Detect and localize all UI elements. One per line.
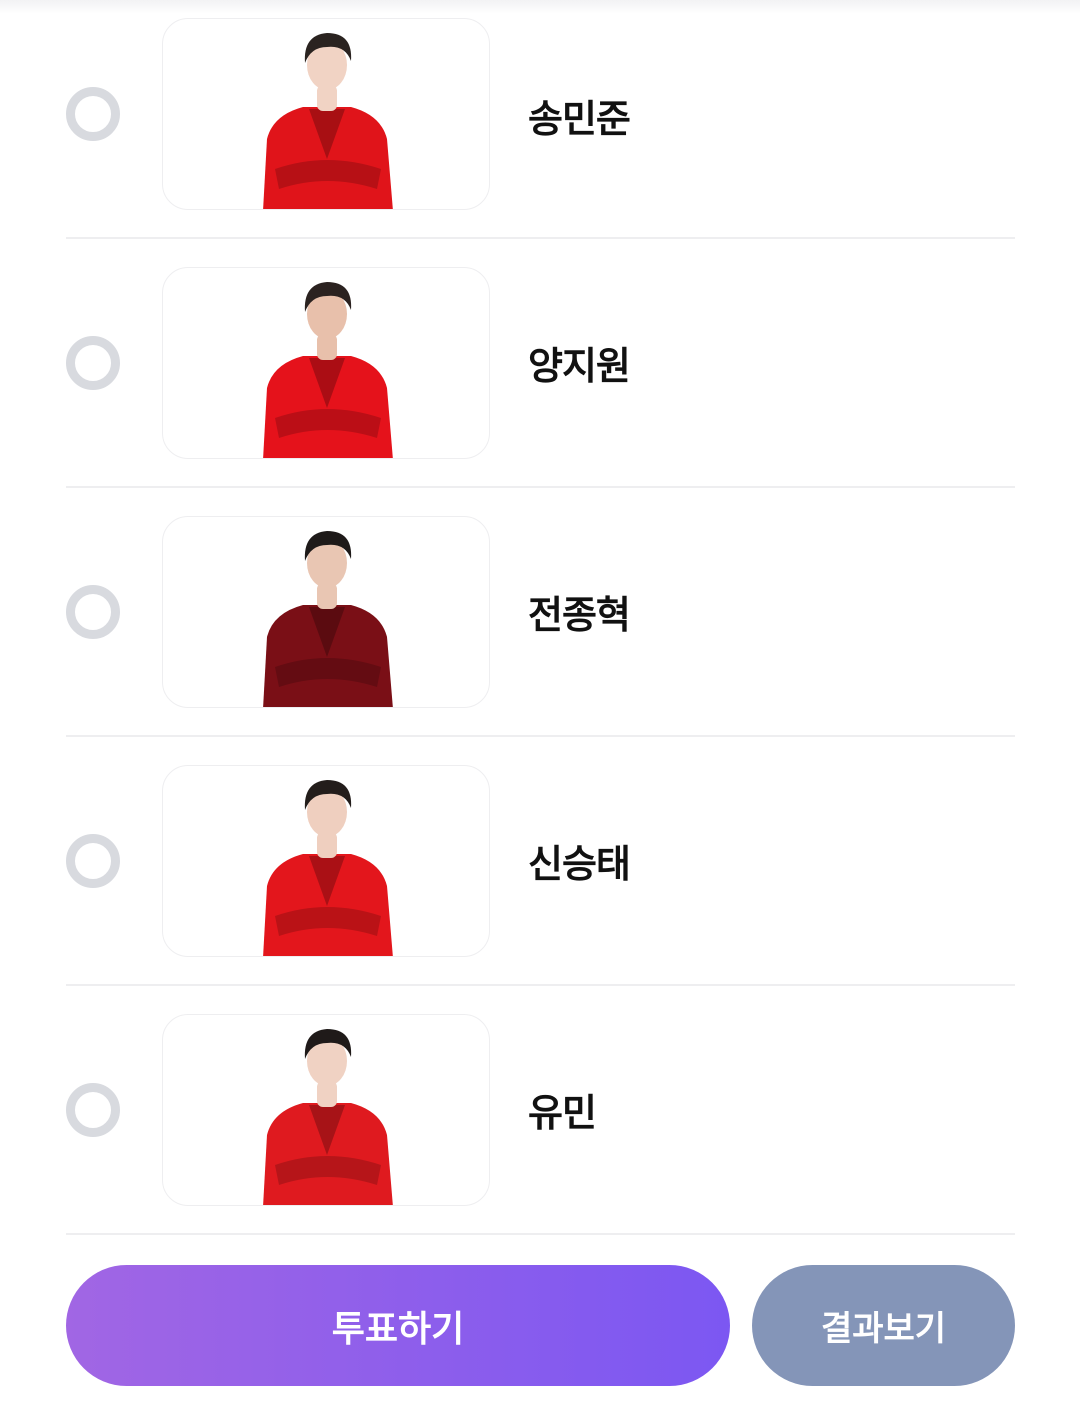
vote-button-label: 투표하기 [331,1308,465,1350]
person-photo [263,780,393,956]
candidate-photo[interactable] [162,765,490,957]
candidate-name: 유민 [528,1091,597,1135]
radio-button[interactable] [66,336,120,390]
candidate-name: 신승태 [528,842,631,886]
view-results-button-label: 결과보기 [820,1309,947,1349]
person-photo [263,531,393,707]
candidate-list: 송민준 양지원 전종혁 신승태 유민 [66,0,1015,1235]
person-photo [263,282,393,458]
candidate-row[interactable]: 송민준 [66,0,1015,239]
candidate-row[interactable]: 유민 [66,986,1015,1235]
candidate-photo[interactable] [162,1014,490,1206]
radio-button[interactable] [66,1083,120,1137]
view-results-button[interactable]: 결과보기 [752,1265,1015,1386]
candidate-photo[interactable] [162,516,490,708]
candidate-photo[interactable] [162,267,490,459]
radio-button[interactable] [66,87,120,141]
candidate-photo[interactable] [162,18,490,210]
radio-button[interactable] [66,585,120,639]
candidate-row[interactable]: 양지원 [66,239,1015,488]
candidate-row[interactable]: 신승태 [66,737,1015,986]
candidate-name: 전종혁 [528,593,631,637]
person-photo [263,1029,393,1205]
candidate-row[interactable]: 전종혁 [66,488,1015,737]
person-photo [263,33,393,209]
radio-button[interactable] [66,834,120,888]
candidate-name: 양지원 [528,344,631,388]
candidate-name: 송민준 [528,97,631,141]
vote-button[interactable]: 투표하기 [66,1265,730,1386]
